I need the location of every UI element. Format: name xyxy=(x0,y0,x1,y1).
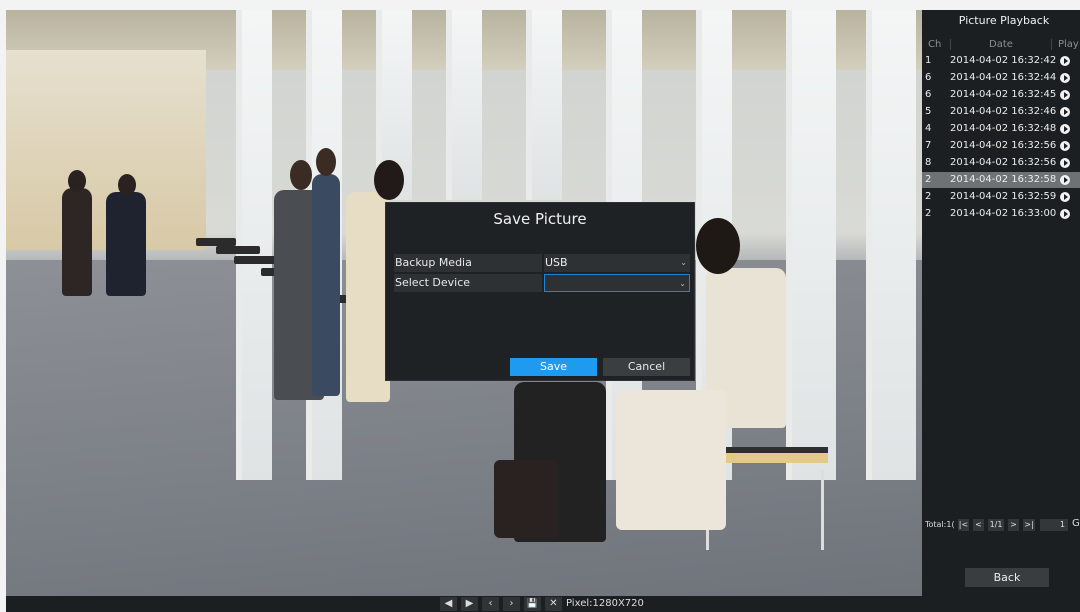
play-circle-icon[interactable] xyxy=(1060,175,1070,185)
row-date: 2014-04-02 16:33:00 xyxy=(950,208,1057,219)
row-date: 2014-04-02 16:32:59 xyxy=(950,191,1057,202)
play-circle-icon[interactable] xyxy=(1060,209,1070,219)
person-walking xyxy=(106,192,146,296)
select-device-select[interactable]: ⌄ xyxy=(544,274,690,292)
play-icon[interactable]: ▶ xyxy=(461,597,478,611)
select-device-row: Select Device ⌄ xyxy=(394,274,690,292)
row-channel: 2 xyxy=(925,191,932,202)
row-date: 2014-04-02 16:32:42 xyxy=(950,55,1057,66)
page-indicator: 1/1 xyxy=(988,519,1004,531)
row-channel: 2 xyxy=(925,208,932,219)
picture-playback-panel: Picture Playback Ch Date Play 1 2014-04-0… xyxy=(922,10,1080,596)
total-count: Total:1( xyxy=(925,520,955,529)
row-date: 2014-04-02 16:32:48 xyxy=(950,123,1057,134)
backup-media-row: Backup Media USB ⌄ xyxy=(394,254,690,272)
window-panel xyxy=(866,10,916,480)
play-circle-icon[interactable] xyxy=(1060,124,1070,134)
row-channel: 2 xyxy=(925,174,932,185)
step-back-icon[interactable]: ‹ xyxy=(482,597,499,611)
table-row[interactable]: 2 2014-04-02 16:32:59 xyxy=(922,189,1080,205)
first-page-button[interactable]: |< xyxy=(958,519,969,531)
table-row[interactable]: 8 2014-04-02 16:32:56 xyxy=(922,155,1080,171)
table-row[interactable]: 6 2014-04-02 16:32:44 xyxy=(922,70,1080,86)
row-channel: 4 xyxy=(925,123,932,134)
goto-page-input[interactable]: 1 xyxy=(1040,519,1068,531)
close-icon[interactable]: ✕ xyxy=(545,597,562,611)
bench xyxy=(216,246,260,254)
row-channel: 5 xyxy=(925,106,932,117)
person-standing xyxy=(312,174,340,396)
person-head xyxy=(696,218,740,274)
prev-page-button[interactable]: < xyxy=(973,519,984,531)
bench xyxy=(196,238,236,246)
backup-media-value: USB xyxy=(545,256,568,269)
select-device-label: Select Device xyxy=(394,274,542,292)
row-channel: 6 xyxy=(925,72,932,83)
window-panel xyxy=(446,10,482,200)
person-head xyxy=(68,170,86,192)
chevron-down-icon: ⌄ xyxy=(680,258,687,267)
person-standing xyxy=(346,192,390,402)
row-channel: 8 xyxy=(925,157,932,168)
table-row[interactable]: 5 2014-04-02 16:32:46 xyxy=(922,104,1080,120)
backup-media-label: Backup Media xyxy=(394,254,542,272)
person-seated xyxy=(616,390,726,530)
panel-title: Picture Playback xyxy=(958,14,1050,27)
bench-leg xyxy=(821,470,824,550)
person-walking xyxy=(62,188,92,296)
pixel-resolution: Pixel:1280X720 xyxy=(566,598,644,609)
play-circle-icon[interactable] xyxy=(1060,141,1070,151)
play-circle-icon[interactable] xyxy=(1060,90,1070,100)
window-panel xyxy=(526,10,562,200)
column-header-date: Date xyxy=(950,39,1052,50)
pager: Total:1( |< < 1/1 > >| 1 G xyxy=(922,517,1080,533)
table-row[interactable]: 6 2014-04-02 16:32:45 xyxy=(922,87,1080,103)
chevron-down-icon: ⌄ xyxy=(679,279,686,288)
row-date: 2014-04-02 16:32:58 xyxy=(950,174,1057,185)
play-circle-icon[interactable] xyxy=(1060,107,1070,117)
play-circle-icon[interactable] xyxy=(1060,158,1070,168)
backup-media-select[interactable]: USB ⌄ xyxy=(544,254,690,272)
table-row[interactable]: 2 2014-04-02 16:33:00 xyxy=(922,206,1080,222)
person-head xyxy=(316,148,336,176)
person-head xyxy=(374,160,404,200)
briefcase xyxy=(494,460,558,538)
previous-icon[interactable]: ◀ xyxy=(440,597,457,611)
table-row[interactable]: 2 2014-04-02 16:32:58 xyxy=(922,172,1080,188)
row-channel: 1 xyxy=(925,55,932,66)
person-head xyxy=(118,174,136,196)
play-circle-icon[interactable] xyxy=(1060,73,1070,83)
row-channel: 6 xyxy=(925,89,932,100)
dialog-title: Save Picture xyxy=(493,210,587,228)
bottom-toolbar: ◀ ▶ ‹ › 💾 ✕ Pixel:1280X720 xyxy=(6,596,1080,612)
row-date: 2014-04-02 16:32:45 xyxy=(950,89,1057,100)
cancel-button[interactable]: Cancel xyxy=(603,358,690,376)
row-date: 2014-04-02 16:32:56 xyxy=(950,140,1057,151)
go-button[interactable]: G xyxy=(1072,518,1080,529)
table-row[interactable]: 1 2014-04-02 16:32:42 xyxy=(922,53,1080,69)
column-header-play: Play xyxy=(1058,39,1079,50)
table-row[interactable]: 7 2014-04-02 16:32:56 xyxy=(922,138,1080,154)
table-row[interactable]: 4 2014-04-02 16:32:48 xyxy=(922,121,1080,137)
next-page-button[interactable]: > xyxy=(1008,519,1019,531)
window-panel xyxy=(236,10,272,480)
play-circle-icon[interactable] xyxy=(1060,56,1070,66)
save-picture-dialog: Save Picture Backup Media USB ⌄ Select D… xyxy=(385,202,695,381)
column-header-ch: Ch xyxy=(928,39,942,50)
window-panel xyxy=(786,10,836,480)
back-button[interactable]: Back xyxy=(965,568,1049,587)
table-header: Ch Date Play xyxy=(922,39,1080,53)
row-channel: 7 xyxy=(925,140,932,151)
play-circle-icon[interactable] xyxy=(1060,192,1070,202)
row-date: 2014-04-02 16:32:44 xyxy=(950,72,1057,83)
person-head xyxy=(290,160,312,190)
save-icon[interactable]: 💾 xyxy=(524,597,541,611)
step-forward-icon[interactable]: › xyxy=(503,597,520,611)
row-date: 2014-04-02 16:32:46 xyxy=(950,106,1057,117)
save-button[interactable]: Save xyxy=(510,358,597,376)
row-date: 2014-04-02 16:32:56 xyxy=(950,157,1057,168)
last-page-button[interactable]: >| xyxy=(1023,519,1035,531)
